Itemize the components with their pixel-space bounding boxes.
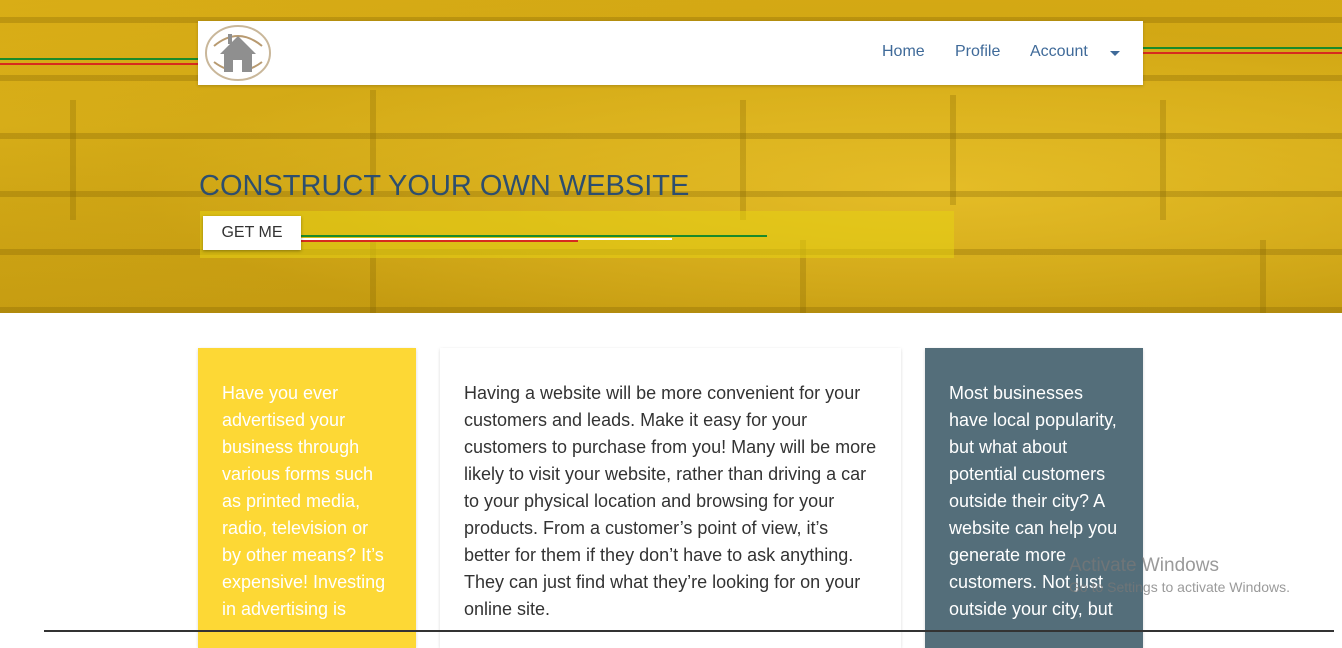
info-card-advertising: Have you ever advertised your business t…	[198, 348, 416, 648]
info-card-convenience: Having a website will be more convenient…	[440, 348, 901, 648]
info-card-reach: Most businesses have local popularity, b…	[925, 348, 1143, 648]
decor-stripe-green	[0, 58, 198, 60]
nav-link-account[interactable]: Account	[1030, 43, 1088, 61]
decor-stripe-green	[300, 235, 767, 237]
hero-title: CONSTRUCT YOUR OWN WEBSITE	[199, 170, 690, 202]
house-logo-icon[interactable]	[204, 24, 272, 82]
decor-stripe-green	[1143, 47, 1342, 49]
brick-joint	[1260, 240, 1266, 313]
decor-stripe-red	[0, 63, 198, 65]
nav-link-home[interactable]: Home	[882, 43, 925, 61]
brick-joint	[950, 95, 956, 205]
decor-stripe-red	[1143, 52, 1342, 54]
nav-link-profile[interactable]: Profile	[955, 43, 1000, 61]
caret-down-icon[interactable]	[1110, 51, 1120, 56]
card-text: Most businesses have local popularity, b…	[949, 383, 1118, 619]
brick-joint	[70, 100, 76, 220]
card-text: Having a website will be more convenient…	[464, 383, 877, 619]
get-me-button[interactable]: GET ME	[203, 216, 301, 250]
decor-stripe-red	[300, 240, 578, 242]
navbar: Home Profile Account	[198, 21, 1143, 85]
brick-joint	[740, 100, 746, 220]
card-text: Have you ever advertised your business t…	[222, 383, 386, 619]
brick-joint	[1160, 100, 1166, 220]
